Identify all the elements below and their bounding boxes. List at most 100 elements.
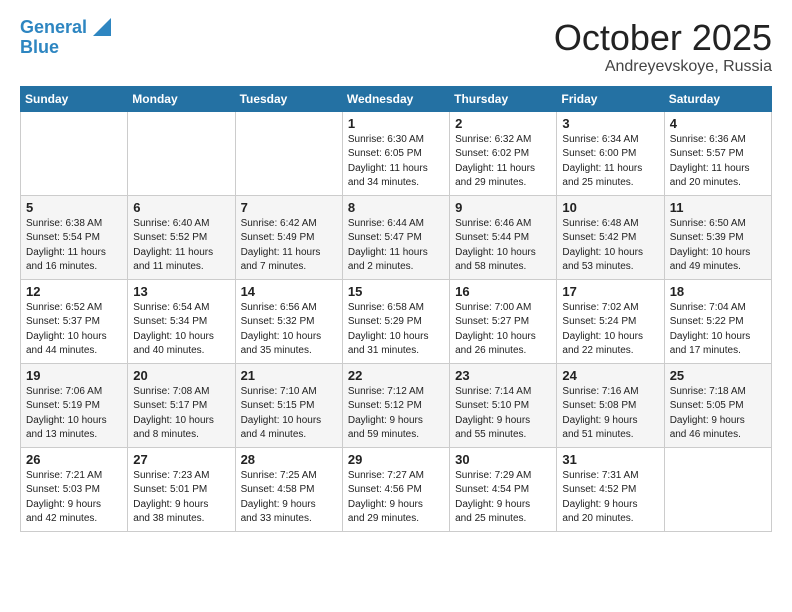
table-row: 24Sunrise: 7:16 AM Sunset: 5:08 PM Dayli… xyxy=(557,363,664,447)
day-number: 14 xyxy=(241,284,337,299)
day-number: 1 xyxy=(348,116,444,131)
col-saturday: Saturday xyxy=(664,86,771,111)
calendar-week-row: 12 Sunrise: 6:52 AM Sunset: 5:37 PM Dayli… xyxy=(21,279,772,363)
day-info: Sunrise: 6:56 AM Sunset: 5:32 PM Dayligh… xyxy=(241,301,337,359)
day-info: Sunrise: 7:29 AM Sunset: 4:54 PM Dayligh… xyxy=(455,469,551,527)
table-row: 3Sunrise: 6:34 AM Sunset: 6:00 PM Daylig… xyxy=(557,111,664,195)
day-info: Sunrise: 6:44 AM Sunset: 5:47 PM Dayligh… xyxy=(348,217,444,275)
table-row: 7Sunrise: 6:42 AM Sunset: 5:49 PM Daylig… xyxy=(235,195,342,279)
day-number: 26 xyxy=(26,452,122,467)
table-row: 26 Sunrise: 7:21 AM Sunset: 5:03 PM Dayli… xyxy=(21,447,128,531)
calendar-header-row: Sunday Monday Tuesday Wednesday Thursday… xyxy=(21,86,772,111)
day-info: Sunrise: 7:00 AM Sunset: 5:27 PM Dayligh… xyxy=(455,301,551,359)
table-row: 28Sunrise: 7:25 AM Sunset: 4:58 PM Dayli… xyxy=(235,447,342,531)
table-row: 11 Sunrise: 6:50 AM Sunset: 5:39 PM Dayli… xyxy=(664,195,771,279)
day-info: Sunrise: 6:48 AM Sunset: 5:42 PM Dayligh… xyxy=(562,217,658,275)
col-wednesday: Wednesday xyxy=(342,86,449,111)
day-number: 15 xyxy=(348,284,444,299)
day-info: Sunrise: 6:40 AM Sunset: 5:52 PM Dayligh… xyxy=(133,217,229,275)
day-number: 29 xyxy=(348,452,444,467)
col-thursday: Thursday xyxy=(450,86,557,111)
table-row: 14 Sunrise: 6:56 AM Sunset: 5:32 PM Dayli… xyxy=(235,279,342,363)
day-number: 18 xyxy=(670,284,766,299)
day-number: 21 xyxy=(241,368,337,383)
logo-text-line2: Blue xyxy=(20,38,59,58)
day-info: Sunrise: 7:14 AM Sunset: 5:10 PM Dayligh… xyxy=(455,385,551,443)
table-row xyxy=(21,111,128,195)
day-info: Sunrise: 6:34 AM Sunset: 6:00 PM Dayligh… xyxy=(562,133,658,191)
day-info: Sunrise: 7:16 AM Sunset: 5:08 PM Dayligh… xyxy=(562,385,658,443)
table-row: 18 Sunrise: 7:04 AM Sunset: 5:22 PM Dayli… xyxy=(664,279,771,363)
calendar-week-row: 1 Sunrise: 6:30 AM Sunset: 6:05 PM Daylig… xyxy=(21,111,772,195)
day-number: 20 xyxy=(133,368,229,383)
table-row xyxy=(128,111,235,195)
table-row: 29 Sunrise: 7:27 AM Sunset: 4:56 PM Dayli… xyxy=(342,447,449,531)
day-info: Sunrise: 6:38 AM Sunset: 5:54 PM Dayligh… xyxy=(26,217,122,275)
col-friday: Friday xyxy=(557,86,664,111)
day-info: Sunrise: 7:21 AM Sunset: 5:03 PM Dayligh… xyxy=(26,469,122,527)
day-number: 22 xyxy=(348,368,444,383)
day-info: Sunrise: 6:30 AM Sunset: 6:05 PM Dayligh… xyxy=(348,133,444,191)
day-info: Sunrise: 6:54 AM Sunset: 5:34 PM Dayligh… xyxy=(133,301,229,359)
table-row: 10 Sunrise: 6:48 AM Sunset: 5:42 PM Dayli… xyxy=(557,195,664,279)
col-tuesday: Tuesday xyxy=(235,86,342,111)
title-block: October 2025 Andreyevskoye, Russia xyxy=(554,18,772,76)
day-info: Sunrise: 7:10 AM Sunset: 5:15 PM Dayligh… xyxy=(241,385,337,443)
table-row: 13 Sunrise: 6:54 AM Sunset: 5:34 PM Dayli… xyxy=(128,279,235,363)
table-row: 2Sunrise: 6:32 AM Sunset: 6:02 PM Daylig… xyxy=(450,111,557,195)
day-number: 28 xyxy=(241,452,337,467)
day-number: 27 xyxy=(133,452,229,467)
day-info: Sunrise: 7:04 AM Sunset: 5:22 PM Dayligh… xyxy=(670,301,766,359)
table-row: 20Sunrise: 7:08 AM Sunset: 5:17 PM Dayli… xyxy=(128,363,235,447)
table-row: 1 Sunrise: 6:30 AM Sunset: 6:05 PM Daylig… xyxy=(342,111,449,195)
table-row: 9 Sunrise: 6:46 AM Sunset: 5:44 PM Daylig… xyxy=(450,195,557,279)
day-number: 30 xyxy=(455,452,551,467)
table-row: 23 Sunrise: 7:14 AM Sunset: 5:10 PM Dayli… xyxy=(450,363,557,447)
calendar-week-row: 19Sunrise: 7:06 AM Sunset: 5:19 PM Dayli… xyxy=(21,363,772,447)
main-container: General Blue October 2025 Andreyevskoye,… xyxy=(0,0,792,542)
day-number: 12 xyxy=(26,284,122,299)
table-row: 22 Sunrise: 7:12 AM Sunset: 5:12 PM Dayli… xyxy=(342,363,449,447)
day-number: 11 xyxy=(670,200,766,215)
day-number: 5 xyxy=(26,200,122,215)
day-number: 9 xyxy=(455,200,551,215)
logo-text-line1: General xyxy=(20,18,87,38)
table-row: 27Sunrise: 7:23 AM Sunset: 5:01 PM Dayli… xyxy=(128,447,235,531)
calendar-week-row: 26 Sunrise: 7:21 AM Sunset: 5:03 PM Dayli… xyxy=(21,447,772,531)
day-info: Sunrise: 7:31 AM Sunset: 4:52 PM Dayligh… xyxy=(562,469,658,527)
day-info: Sunrise: 7:27 AM Sunset: 4:56 PM Dayligh… xyxy=(348,469,444,527)
logo: General Blue xyxy=(20,18,111,58)
table-row: 8 Sunrise: 6:44 AM Sunset: 5:47 PM Daylig… xyxy=(342,195,449,279)
table-row: 31Sunrise: 7:31 AM Sunset: 4:52 PM Dayli… xyxy=(557,447,664,531)
day-info: Sunrise: 6:46 AM Sunset: 5:44 PM Dayligh… xyxy=(455,217,551,275)
table-row: 30 Sunrise: 7:29 AM Sunset: 4:54 PM Dayli… xyxy=(450,447,557,531)
table-row: 4 Sunrise: 6:36 AM Sunset: 5:57 PM Daylig… xyxy=(664,111,771,195)
col-sunday: Sunday xyxy=(21,86,128,111)
day-number: 10 xyxy=(562,200,658,215)
day-info: Sunrise: 6:50 AM Sunset: 5:39 PM Dayligh… xyxy=(670,217,766,275)
day-info: Sunrise: 7:12 AM Sunset: 5:12 PM Dayligh… xyxy=(348,385,444,443)
table-row xyxy=(664,447,771,531)
day-number: 23 xyxy=(455,368,551,383)
calendar-week-row: 5 Sunrise: 6:38 AM Sunset: 5:54 PM Daylig… xyxy=(21,195,772,279)
day-info: Sunrise: 6:42 AM Sunset: 5:49 PM Dayligh… xyxy=(241,217,337,275)
day-info: Sunrise: 6:52 AM Sunset: 5:37 PM Dayligh… xyxy=(26,301,122,359)
table-row xyxy=(235,111,342,195)
table-row: 21 Sunrise: 7:10 AM Sunset: 5:15 PM Dayli… xyxy=(235,363,342,447)
day-info: Sunrise: 7:06 AM Sunset: 5:19 PM Dayligh… xyxy=(26,385,122,443)
day-number: 8 xyxy=(348,200,444,215)
day-info: Sunrise: 6:36 AM Sunset: 5:57 PM Dayligh… xyxy=(670,133,766,191)
table-row: 15Sunrise: 6:58 AM Sunset: 5:29 PM Dayli… xyxy=(342,279,449,363)
day-number: 6 xyxy=(133,200,229,215)
calendar-table: Sunday Monday Tuesday Wednesday Thursday… xyxy=(20,86,772,532)
day-info: Sunrise: 7:18 AM Sunset: 5:05 PM Dayligh… xyxy=(670,385,766,443)
day-number: 13 xyxy=(133,284,229,299)
table-row: 19Sunrise: 7:06 AM Sunset: 5:19 PM Dayli… xyxy=(21,363,128,447)
table-row: 16Sunrise: 7:00 AM Sunset: 5:27 PM Dayli… xyxy=(450,279,557,363)
day-number: 17 xyxy=(562,284,658,299)
table-row: 6 Sunrise: 6:40 AM Sunset: 5:52 PM Daylig… xyxy=(128,195,235,279)
table-row: 25 Sunrise: 7:18 AM Sunset: 5:05 PM Dayli… xyxy=(664,363,771,447)
day-number: 25 xyxy=(670,368,766,383)
day-number: 4 xyxy=(670,116,766,131)
table-row: 5 Sunrise: 6:38 AM Sunset: 5:54 PM Daylig… xyxy=(21,195,128,279)
